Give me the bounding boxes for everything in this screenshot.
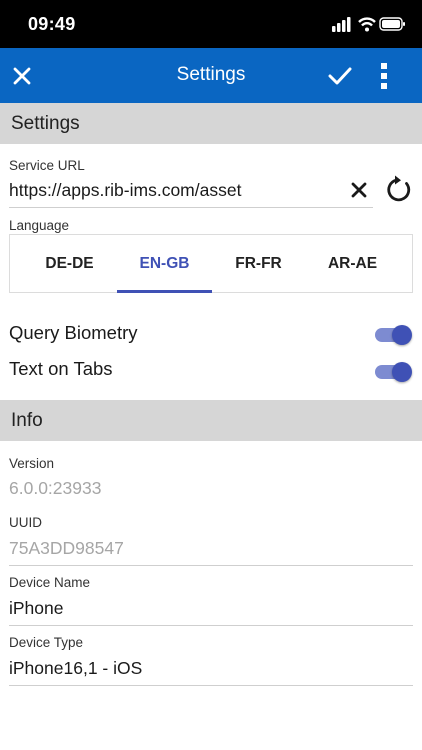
device-type-value: iPhone16,1 - iOS bbox=[9, 658, 143, 678]
language-selector: DE-DE EN-GB FR-FR AR-AE bbox=[9, 234, 413, 293]
toggle-knob bbox=[392, 362, 412, 382]
toggle-knob bbox=[392, 325, 412, 345]
app-bar: Settings bbox=[0, 48, 422, 103]
device-type-label: Device Type bbox=[9, 635, 84, 650]
reset-url-button[interactable] bbox=[386, 174, 414, 204]
more-vertical-icon bbox=[381, 62, 387, 89]
language-option-en-gb[interactable]: EN-GB bbox=[117, 235, 212, 293]
language-option-fr-fr[interactable]: FR-FR bbox=[211, 235, 306, 293]
version-value: 6.0.0:23933 bbox=[9, 478, 102, 498]
service-url-input[interactable]: https://apps.rib-ims.com/asset bbox=[9, 180, 349, 201]
more-menu-button[interactable] bbox=[362, 48, 406, 103]
device-name-underline bbox=[9, 625, 413, 626]
language-option-ar-ae[interactable]: AR-AE bbox=[305, 235, 400, 293]
uuid-underline bbox=[9, 565, 413, 566]
confirm-button[interactable] bbox=[318, 48, 362, 103]
settings-section-header: Settings bbox=[0, 103, 422, 144]
text-on-tabs-label: Text on Tabs bbox=[9, 358, 113, 379]
query-biometry-toggle[interactable] bbox=[375, 323, 413, 347]
info-section-title: Info bbox=[11, 410, 43, 431]
clear-icon bbox=[351, 182, 367, 198]
selected-language-indicator bbox=[117, 290, 212, 293]
uuid-label: UUID bbox=[9, 515, 42, 530]
language-option-de-de[interactable]: DE-DE bbox=[22, 235, 117, 293]
device-name-value: iPhone bbox=[9, 598, 64, 618]
device-type-underline bbox=[9, 685, 413, 686]
query-biometry-label: Query Biometry bbox=[9, 322, 138, 343]
device-name-label: Device Name bbox=[9, 575, 91, 590]
service-url-label: Service URL bbox=[9, 158, 85, 173]
refresh-icon bbox=[387, 175, 411, 202]
text-on-tabs-toggle[interactable] bbox=[375, 360, 413, 384]
version-label: Version bbox=[9, 456, 55, 471]
settings-section-title: Settings bbox=[11, 113, 80, 134]
info-section-header: Info bbox=[0, 400, 422, 441]
signal-wifi-battery-icon bbox=[332, 17, 405, 32]
status-icons bbox=[332, 14, 406, 34]
status-bar: 09:49 bbox=[0, 0, 422, 48]
check-icon bbox=[328, 67, 352, 84]
language-label: Language bbox=[9, 218, 70, 233]
service-url-underline bbox=[9, 207, 373, 208]
status-time: 09:49 bbox=[28, 14, 76, 34]
uuid-value: 75A3DD98547 bbox=[9, 538, 124, 558]
clear-url-button[interactable] bbox=[350, 181, 370, 201]
